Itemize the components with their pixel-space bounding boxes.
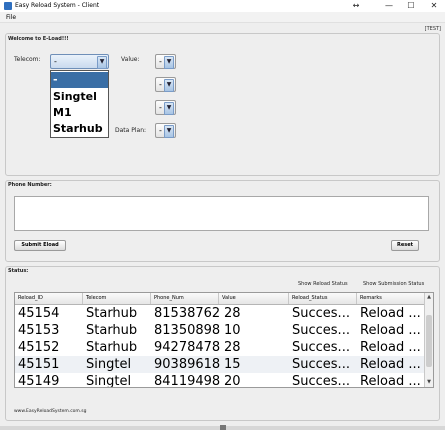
window-title: Easy Reload System - Client — [15, 2, 100, 9]
cell-reload-id: 45149 — [18, 374, 60, 388]
phone-number-input[interactable] — [14, 196, 429, 231]
cell-reload-id: 45153 — [18, 323, 60, 338]
column-header[interactable]: Reload_ID — [15, 293, 83, 304]
table-scrollbar[interactable]: ▲ ▼ — [424, 293, 433, 387]
eload-section-title: Welcome to E-Load!!! — [8, 36, 69, 42]
chevron-down-icon: ▼ — [97, 56, 107, 69]
cell-phone: 90389618 — [154, 357, 221, 372]
cell-value: 28 — [224, 306, 241, 321]
table-row[interactable]: 45152 Starhub 94278478 28 Succes... Relo… — [15, 339, 425, 356]
maximize-button[interactable]: ☐ — [400, 0, 422, 12]
cell-telecom: Starhub — [86, 306, 138, 321]
close-button[interactable]: ✕ — [423, 0, 445, 12]
scroll-thumb[interactable] — [426, 315, 432, 367]
chevron-down-icon: ▼ — [164, 125, 174, 138]
environment-tag: [TEST] — [424, 26, 441, 32]
cell-status: Succes... — [292, 323, 350, 338]
cell-phone: 81538762 — [154, 306, 221, 321]
phone-section-title: Phone Number: — [8, 182, 52, 188]
chevron-down-icon: ▼ — [164, 79, 174, 92]
cell-telecom: Starhub — [86, 323, 138, 338]
telecom-select[interactable]: - ▼ — [50, 54, 109, 69]
telecom-option[interactable]: - — [51, 72, 108, 88]
cell-phone: 94278478 — [154, 340, 221, 355]
show-reload-status-link[interactable]: Show Reload Status — [298, 281, 348, 288]
cell-status: Succes... — [292, 357, 350, 372]
cell-status: Succes... — [292, 374, 350, 388]
cell-phone: 84119498 — [154, 374, 221, 388]
minimize-button[interactable]: — — [378, 0, 400, 12]
chevron-down-icon: ▼ — [164, 56, 174, 69]
value-select[interactable]: - ▼ — [155, 77, 176, 92]
table-row[interactable]: 45149 Singtel 84119498 20 Succes... Relo… — [15, 373, 425, 388]
value-select-value: - — [159, 57, 162, 66]
column-header[interactable]: Remarks — [357, 293, 425, 304]
cell-value: 28 — [224, 340, 241, 355]
cell-remarks: Reload ... — [360, 374, 421, 388]
cell-telecom: Starhub — [86, 340, 138, 355]
chevron-down-icon: ▼ — [164, 102, 174, 115]
cell-remarks: Reload ... — [360, 323, 421, 338]
telecom-option[interactable]: Singtel — [51, 89, 108, 105]
value-label: Value: — [121, 56, 140, 63]
status-table: Reload_ID Telecom Phone_Num Value Reload… — [14, 292, 434, 388]
telecom-selected-value: - — [54, 57, 57, 66]
table-row[interactable]: 45151 Singtel 90389618 15 Succes... Relo… — [15, 356, 425, 373]
submit-eload-button[interactable]: Submit Eload — [14, 240, 66, 251]
cell-reload-id: 45151 — [18, 357, 60, 372]
data-plan-select[interactable]: - ▼ — [155, 123, 176, 138]
cell-telecom: Singtel — [86, 357, 132, 372]
telecom-option[interactable]: Starhub — [51, 121, 108, 137]
cell-remarks: Reload ... — [360, 306, 421, 321]
value-select[interactable]: - ▼ — [155, 100, 176, 115]
table-row[interactable]: 45154 Starhub 81538762 28 Succes... Relo… — [15, 305, 425, 322]
telecom-label: Telecom: — [14, 56, 41, 63]
cell-value: 20 — [224, 374, 241, 388]
telecom-dropdown: - Singtel M1 Starhub — [50, 70, 109, 138]
resize-icon[interactable]: ↔ — [345, 0, 367, 12]
cell-remarks: Reload ... — [360, 357, 421, 372]
table-row[interactable]: 45153 Starhub 81350898 10 Succes... Relo… — [15, 322, 425, 339]
show-submission-status-link[interactable]: Show Submission Status — [363, 281, 424, 288]
cell-status: Succes... — [292, 306, 350, 321]
cell-telecom: Singtel — [86, 374, 132, 388]
scroll-down-icon[interactable]: ▼ — [426, 379, 432, 386]
column-header[interactable]: Phone_Num — [151, 293, 219, 304]
column-header[interactable]: Value — [219, 293, 289, 304]
status-section-title: Status: — [8, 268, 29, 274]
menu-bar — [0, 12, 445, 23]
value-select-value: - — [159, 80, 162, 89]
resize-handle[interactable] — [220, 425, 226, 430]
data-plan-label: Data Plan: — [115, 127, 147, 134]
cell-phone: 81350898 — [154, 323, 221, 338]
reset-button[interactable]: Reset — [391, 240, 419, 251]
value-select-value: - — [159, 103, 162, 112]
value-select[interactable]: - ▼ — [155, 54, 176, 69]
cell-reload-id: 45154 — [18, 306, 60, 321]
cell-status: Succes... — [292, 340, 350, 355]
footer-website-link[interactable]: www.EasyReloadSystem.com.sg — [14, 408, 86, 415]
cell-remarks: Reload ... — [360, 340, 421, 355]
cell-reload-id: 45152 — [18, 340, 60, 355]
column-header[interactable]: Reload_Status — [289, 293, 357, 304]
column-header[interactable]: Telecom — [83, 293, 151, 304]
data-plan-value: - — [159, 126, 162, 135]
telecom-option[interactable]: M1 — [51, 105, 108, 121]
scroll-up-icon[interactable]: ▲ — [426, 294, 432, 301]
cell-value: 15 — [224, 357, 241, 372]
menu-file[interactable]: File — [6, 13, 16, 22]
cell-value: 10 — [224, 323, 241, 338]
app-icon — [4, 2, 12, 10]
table-header: Reload_ID Telecom Phone_Num Value Reload… — [15, 293, 425, 305]
